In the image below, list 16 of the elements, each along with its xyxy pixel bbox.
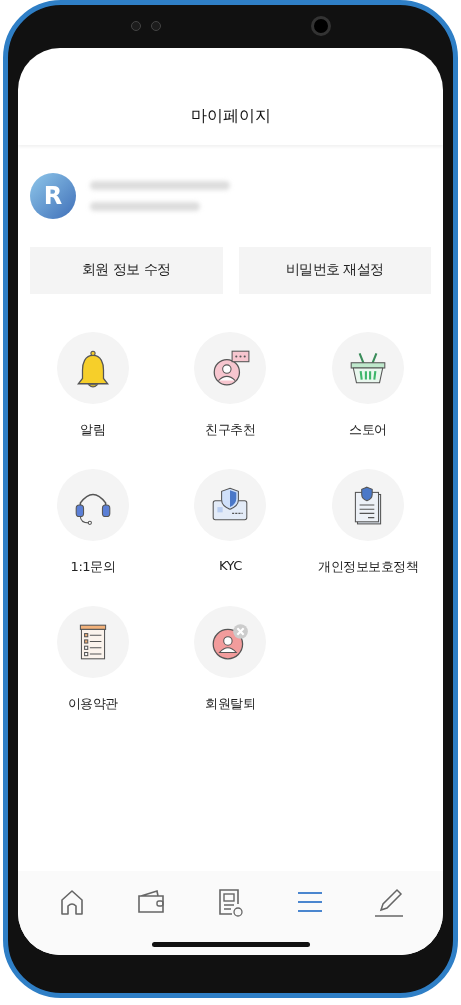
reset-password-button[interactable]: 비밀번호 재설정 — [238, 246, 431, 294]
sensor-icon — [130, 21, 141, 32]
menu-label: 스토어 — [349, 420, 387, 439]
avatar-logo: R — [30, 172, 76, 219]
menu-label: 1:1문의 — [70, 557, 116, 576]
sensor-icon — [150, 21, 161, 32]
camera-icon — [310, 16, 331, 37]
edit-profile-button[interactable]: 회원 정보 수정 — [30, 246, 223, 294]
menu-label: 회원탈퇴 — [205, 694, 256, 713]
pencil-icon — [373, 886, 406, 919]
menu-label: 친구추천 — [205, 420, 256, 439]
page-title: 마이페이지 — [190, 105, 271, 127]
menu-label: 개인정보보호정책 — [318, 557, 419, 576]
menu-label: 알림 — [80, 420, 106, 439]
menu-label: 이용약관 — [67, 694, 118, 713]
menu-label: KYC — [219, 557, 242, 573]
